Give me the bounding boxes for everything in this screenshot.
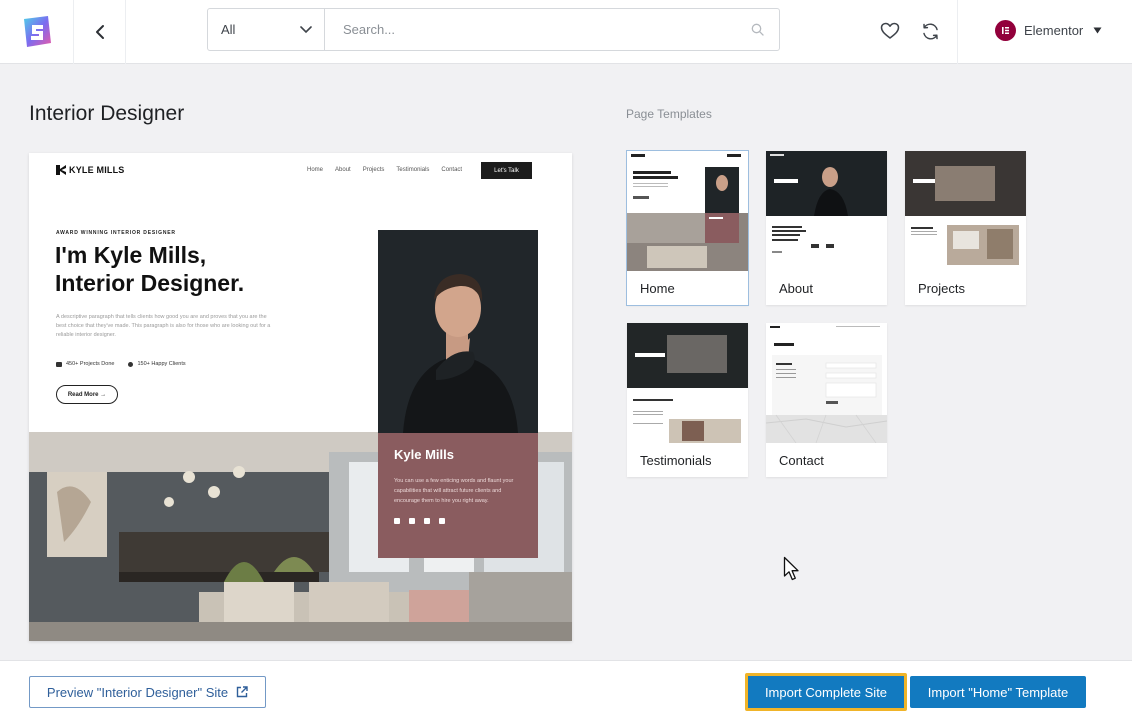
category-filter-select[interactable]: All [208, 9, 325, 50]
chevron-left-icon [95, 25, 104, 39]
app-logo[interactable] [0, 0, 74, 64]
template-label: Contact [779, 453, 824, 468]
template-label: Home [640, 281, 675, 296]
preview-eyebrow: AWARD WINNING INTERIOR DESIGNER [56, 230, 176, 236]
preview-card-text: You can use a few enticing words and fla… [394, 478, 514, 504]
mouse-pointer-icon [783, 556, 799, 581]
preview-profile-card: Kyle Mills You can use a few enticing wo… [378, 433, 538, 558]
page-title: Interior Designer [29, 102, 185, 125]
preview-headline-line: Interior Designer. [55, 270, 245, 296]
preview-stat: 150+ Happy Clients [128, 361, 186, 367]
preview-stat-text: 450+ Projects Done [66, 361, 115, 367]
top-bar: All Search... Elementor [0, 0, 1132, 64]
preview-stats: 450+ Projects Done 150+ Happy Clients [56, 361, 186, 367]
template-thumbnail [766, 151, 887, 271]
template-thumbnail [905, 151, 1026, 271]
template-card-contact[interactable]: Contact [766, 323, 887, 477]
preview-brand-logo: KYLE MILLS [56, 165, 125, 175]
preview-nav-item: Home [307, 167, 324, 173]
preview-headline-line: I'm Kyle Mills, [55, 242, 207, 268]
category-filter-value: All [221, 22, 236, 37]
sync-refresh-icon[interactable] [919, 20, 941, 42]
preview-cta-button: Let's Talk [481, 162, 532, 179]
import-home-template-button[interactable]: Import "Home" Template [910, 676, 1086, 708]
brand-k-icon [56, 165, 66, 175]
back-button[interactable] [74, 0, 126, 64]
import-complete-site-button[interactable]: Import Complete Site [745, 673, 907, 711]
linkedin-icon [439, 518, 445, 524]
preview-read-more-button: Read More → [56, 385, 118, 404]
bottom-action-bar: Preview "Interior Designer" Site Import … [0, 660, 1132, 720]
preview-card-name: Kyle Mills [394, 447, 454, 462]
template-thumbnail [627, 151, 748, 271]
page-builder-selector[interactable]: Elementor [995, 19, 1102, 41]
preview-nav-item: About [335, 167, 351, 173]
preview-portrait-photo [378, 230, 538, 433]
search-bar: All [207, 8, 780, 51]
starter-templates-logo-icon [23, 16, 51, 47]
preview-nav-item: Projects [362, 167, 385, 173]
preview-nav-item: Testimonials [396, 167, 430, 173]
page-templates-label: Page Templates [626, 107, 712, 121]
user-icon [128, 361, 134, 367]
search-input[interactable] [325, 9, 735, 50]
template-label: Testimonials [640, 453, 712, 468]
briefcase-icon [56, 361, 62, 367]
caret-down-icon [1093, 27, 1102, 33]
header-divider [957, 0, 958, 64]
preview-stat-text: 150+ Happy Clients [137, 361, 186, 367]
preview-headline: I'm Kyle Mills, Interior Designer. [55, 241, 315, 297]
template-thumbnail [627, 323, 748, 443]
twitter-icon [409, 518, 415, 524]
external-link-icon [236, 686, 248, 698]
favorites-heart-icon[interactable] [879, 20, 901, 42]
preview-site-button[interactable]: Preview "Interior Designer" Site [29, 676, 266, 708]
site-preview-image: KYLE MILLS Home About Projects Testimoni… [29, 153, 572, 641]
preview-social-icons [394, 518, 522, 524]
elementor-icon [995, 19, 1016, 41]
preview-site-button-label: Preview "Interior Designer" Site [46, 684, 229, 700]
template-label: About [779, 281, 813, 296]
search-icon[interactable] [735, 9, 779, 50]
page-builder-name: Elementor [1024, 22, 1084, 38]
preview-nav: Home About Projects Testimonials Contact [307, 167, 462, 173]
template-card-projects[interactable]: Projects [905, 151, 1026, 305]
preview-stat: 450+ Projects Done [56, 361, 114, 367]
preview-paragraph: A descriptive paragraph that tells clien… [56, 314, 271, 338]
template-card-about[interactable]: About [766, 151, 887, 305]
preview-nav-item: Contact [441, 167, 463, 173]
preview-brand-name: KYLE MILLS [69, 165, 125, 175]
template-label: Projects [918, 281, 965, 296]
chevron-down-icon [300, 25, 312, 33]
template-card-testimonials[interactable]: Testimonials [627, 323, 748, 477]
facebook-icon [394, 518, 400, 524]
youtube-icon [424, 518, 430, 524]
template-thumbnail [766, 323, 887, 443]
template-card-home[interactable]: Home [626, 150, 749, 306]
